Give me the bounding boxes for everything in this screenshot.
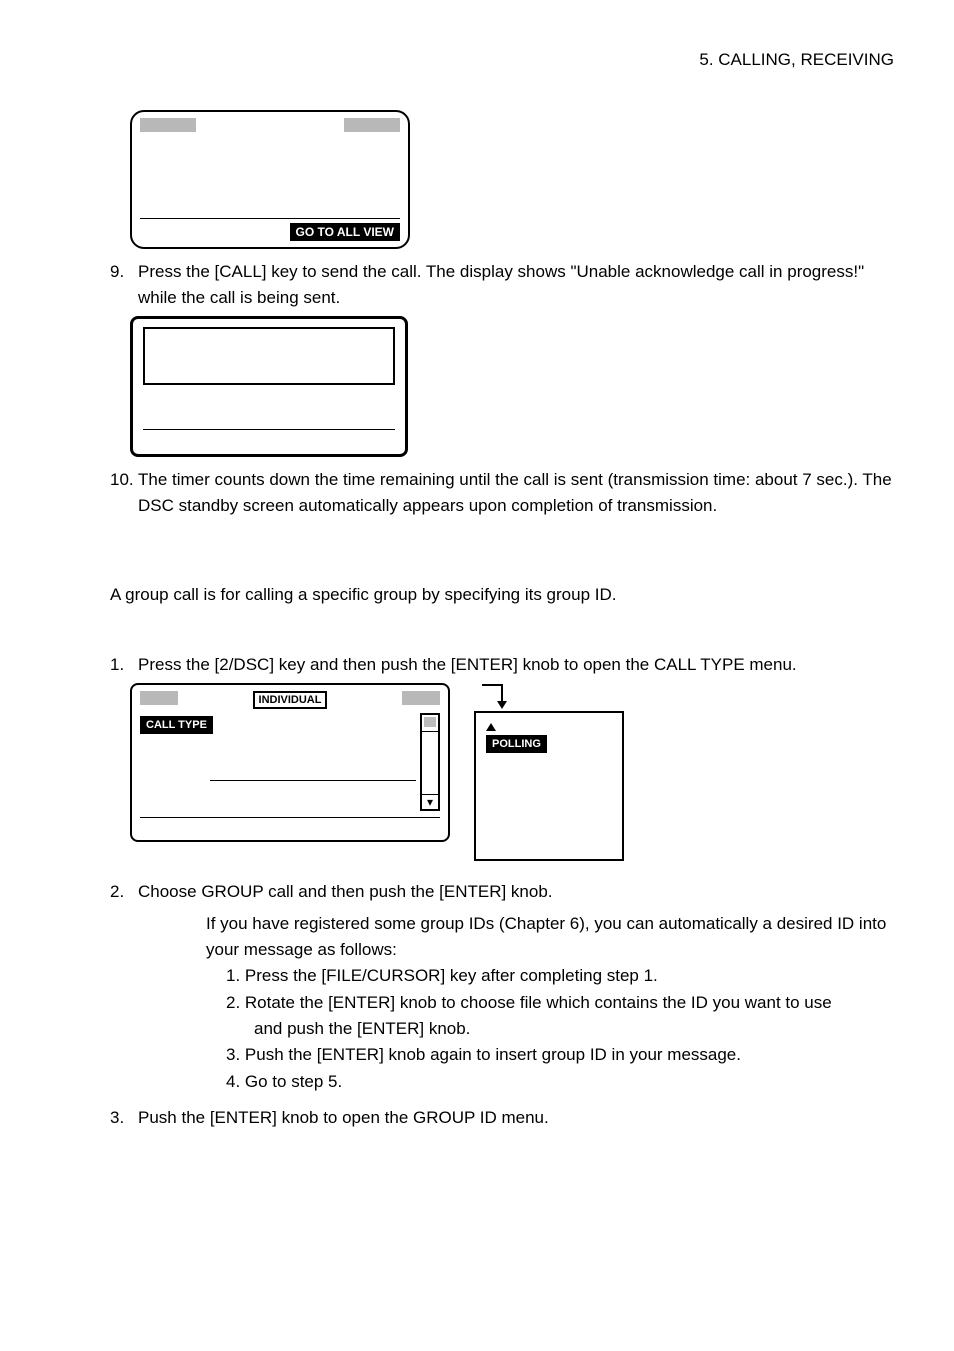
note-line-4: 4. Go to step 5. (226, 1069, 894, 1095)
polling-panel: POLLING (474, 711, 624, 861)
page: 5. CALLING, RECEIVING GO TO ALL VIEW 9. … (0, 0, 954, 1186)
step-number: 10. (110, 467, 138, 493)
individual-label: INDIVIDUAL (253, 691, 328, 709)
note-line-3: 3. Push the [ENTER] knob again to insert… (226, 1042, 894, 1068)
screen-footer: GO TO ALL VIEW (140, 223, 400, 241)
arrow-right-down-icon (480, 683, 524, 711)
placeholder-block (402, 691, 440, 705)
scroll-track-line (422, 731, 438, 732)
blank-footer (143, 434, 395, 448)
step-10: 10. The timer counts down the time remai… (110, 467, 894, 518)
step-text: Press the [CALL] key to send the call. T… (138, 259, 894, 310)
polling-label: POLLING (486, 735, 547, 753)
screen-body-blank (140, 138, 400, 214)
section-label: 5. CALLING, RECEIVING (699, 50, 894, 69)
step-2: 2. Choose GROUP call and then push the [… (110, 879, 894, 905)
scrollbar[interactable]: ▾ (420, 713, 440, 811)
panel-left-col: CALL TYPE (140, 713, 420, 811)
step-1: 1. Press the [2/DSC] key and then push t… (110, 652, 894, 678)
placeholder-block (344, 118, 400, 132)
note-line-1: 1. Press the [FILE/CURSOR] key after com… (226, 963, 894, 989)
group-call-intro: A group call is for calling a specific g… (110, 582, 894, 608)
panel-top-row: INDIVIDUAL (140, 691, 440, 709)
blank-area (143, 397, 395, 425)
device-screen-all-view: GO TO ALL VIEW (130, 110, 410, 249)
placeholder-block (140, 691, 178, 705)
panel-b-wrapper: POLLING (474, 683, 624, 861)
panel-body: CALL TYPE ▾ (140, 713, 440, 811)
scroll-down-icon[interactable]: ▾ (422, 794, 438, 809)
device-screen-ack (130, 316, 408, 457)
scroll-hint-row (140, 780, 420, 781)
placeholder-block (140, 118, 196, 132)
step-number: 9. (110, 259, 138, 285)
note-lead: If you have registered some group IDs (C… (206, 911, 894, 964)
arrow-up-icon (486, 723, 496, 731)
step-number: 1. (110, 652, 138, 678)
call-type-label: CALL TYPE (140, 716, 213, 734)
note-line-2b: and push the [ENTER] knob. (254, 1016, 894, 1042)
step-9: 9. Press the [CALL] key to send the call… (110, 259, 894, 310)
step-text: Push the [ENTER] knob to open the GROUP … (138, 1105, 894, 1131)
divider-line (140, 817, 440, 818)
step-text: Choose GROUP call and then push the [ENT… (138, 879, 894, 905)
step-text: The timer counts down the time remaining… (138, 467, 894, 518)
step-text: Press the [2/DSC] key and then push the … (138, 652, 894, 678)
step-3: 3. Push the [ENTER] knob to open the GRO… (110, 1105, 894, 1131)
step-number: 2. (110, 879, 138, 905)
step-number: 3. (110, 1105, 138, 1131)
note-block: If you have registered some group IDs (C… (206, 911, 894, 1095)
call-type-panel: INDIVIDUAL CALL TYPE ▾ (130, 683, 450, 842)
page-header: 5. CALLING, RECEIVING (110, 50, 894, 70)
inner-window (143, 327, 395, 385)
panels-row: INDIVIDUAL CALL TYPE ▾ (130, 683, 894, 861)
divider-line (140, 218, 400, 219)
screen-top-row (140, 118, 400, 132)
go-to-all-view-button[interactable]: GO TO ALL VIEW (290, 223, 400, 241)
scroll-thumb[interactable] (424, 717, 436, 727)
note-line-2: 2. Rotate the [ENTER] knob to choose fil… (226, 990, 894, 1016)
divider-line (143, 429, 395, 430)
